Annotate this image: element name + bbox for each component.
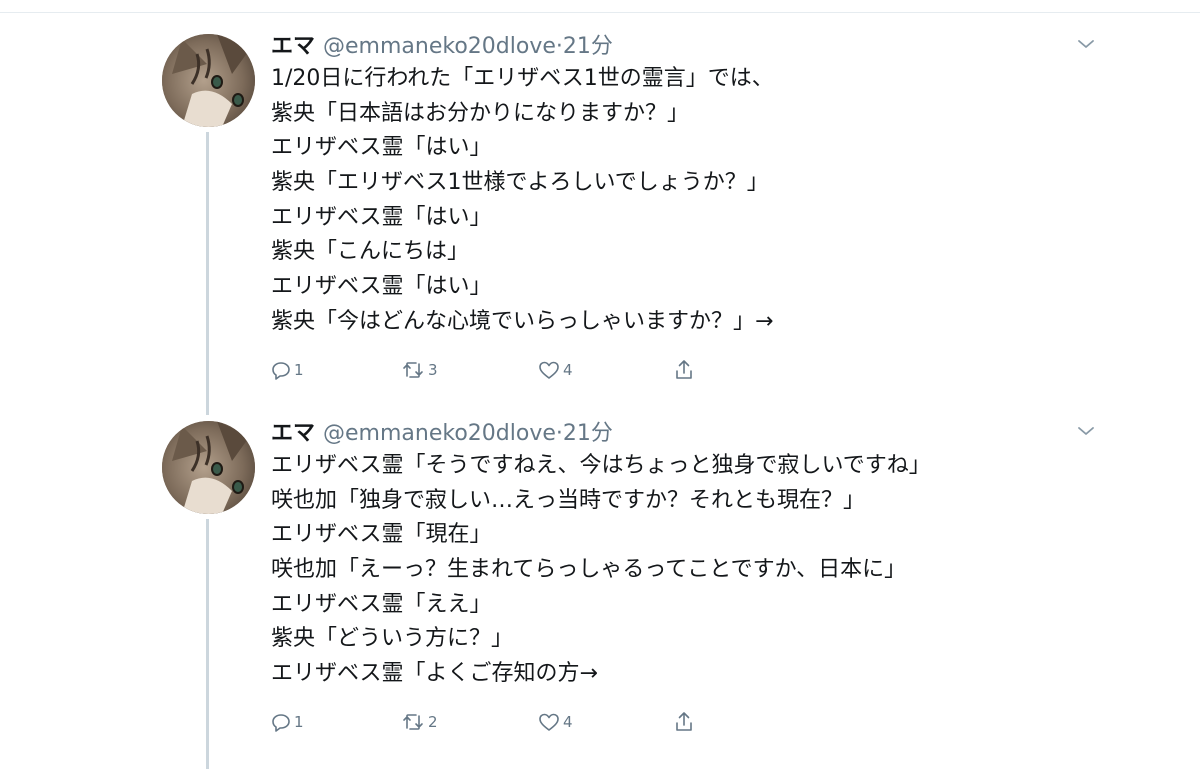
display-name[interactable]: エマ [271,34,315,59]
heart-icon [538,360,560,380]
like-button[interactable]: 4 [538,357,573,383]
heart-icon [538,712,560,732]
tweet-text: 1/20日に行われた「エリザベス1世の霊言」では、 紫央「日本語はお分かりになり… [271,62,1131,340]
tweet-text-line: 紫央「今はどんな心境でいらっしゃいますか？」→ [271,308,774,334]
separator-dot: · [555,421,563,446]
reply-count: 1 [294,361,304,379]
retweet-icon [401,712,425,732]
retweet-count: 2 [428,713,438,731]
tweet-text-line: エリザベス霊「ええ」 [271,591,492,617]
tweet-text-line: エリザベス霊「現在」 [271,522,492,548]
reply-button[interactable]: 1 [271,357,304,383]
tweet-header: エマ @emmaneko20dlove·21分 [271,417,613,451]
like-count: 4 [563,713,573,731]
like-button[interactable]: 4 [538,709,573,735]
tweet[interactable]: エマ @emmaneko20dlove·21分 エリザベス霊「そうですねえ、今はち… [0,417,1200,762]
user-handle[interactable]: @emmaneko20dlove [323,34,556,59]
tweet-header: エマ @emmaneko20dlove·21分 [271,30,613,64]
retweet-icon [401,360,425,380]
chevron-down-icon[interactable] [1076,421,1096,441]
reply-count: 1 [294,713,304,731]
tweet-text-line: 1/20日に行われた「エリザベス1世の霊言」では、 [271,66,774,91]
avatar[interactable] [162,421,255,514]
tweet-actions: 1 2 4 [271,709,771,735]
reply-icon [271,712,291,732]
tweet-text-line: 咲也加「えーっ？生まれてらっしゃるってことですか、日本に」 [271,557,907,583]
tweet-text-line: 咲也加「独身で寂しい…えっ当時ですか？それとも現在？」 [271,487,866,513]
tweet-text-line: エリザベス霊「よくご存知の方→ [271,661,598,687]
user-handle[interactable]: @emmaneko20dlove [323,421,556,446]
avatar[interactable] [162,34,255,127]
share-button[interactable] [674,709,694,735]
tweet[interactable]: エマ @emmaneko20dlove·21分 1/20日に行われた「エリザベス1… [0,30,1200,390]
tweet-text: エリザベス霊「そうですねえ、今はちょっと独身で寂しいですね」 咲也加「独身で寂し… [271,449,1131,692]
tweet-text-line: エリザベス霊「はい」 [271,274,492,300]
retweet-count: 3 [428,361,438,379]
retweet-button[interactable]: 2 [401,709,438,735]
tweet-text-line: 紫央「日本語はお分かりになりますか？」 [271,100,690,126]
tweet-text-line: エリザベス霊「はい」 [271,135,492,161]
reply-button[interactable]: 1 [271,709,304,735]
timestamp[interactable]: 21分 [563,34,613,59]
share-icon [674,711,694,733]
timestamp[interactable]: 21分 [563,421,613,446]
display-name[interactable]: エマ [271,421,315,446]
like-count: 4 [563,361,573,379]
separator-dot: · [555,34,563,59]
top-divider [0,12,1200,13]
chevron-down-icon[interactable] [1076,34,1096,54]
retweet-button[interactable]: 3 [401,357,438,383]
share-button[interactable] [674,357,694,383]
share-icon [674,359,694,381]
tweet-text-line: エリザベス霊「はい」 [271,204,492,230]
reply-icon [271,360,291,380]
tweet-actions: 1 3 4 [271,357,771,383]
tweet-text-line: エリザベス霊「そうですねえ、今はちょっと独身で寂しいですね」 [271,453,931,478]
tweet-text-line: 紫央「どういう方に？」 [271,626,514,652]
tweet-text-line: 紫央「エリザベス1世様でよろしいでしょうか？」 [271,170,769,196]
tweet-text-line: 紫央「こんにちは」 [271,239,470,265]
